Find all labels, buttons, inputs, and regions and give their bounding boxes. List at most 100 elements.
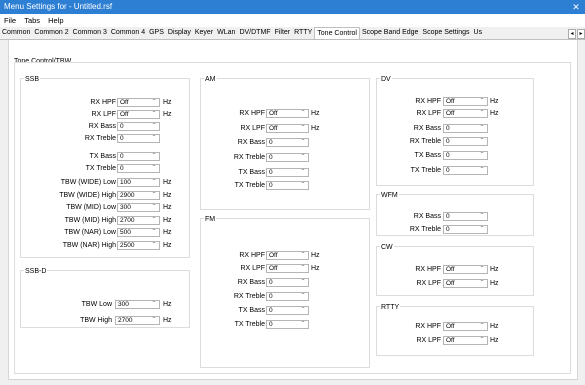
dv-rx-bass-row: RX Bass xyxy=(0,124,441,134)
dv-rx-treble-label: RX Treble xyxy=(409,138,441,145)
tab-scroll-right-icon[interactable]: ▸ xyxy=(577,29,585,39)
title-bar: Menu Settings for - Untitled.rsf ✕ xyxy=(0,0,585,14)
dv-rx-hpf-unit: Hz xyxy=(490,98,499,105)
fm-tx-bass-select[interactable]: 0 ﹀ xyxy=(266,306,309,315)
fm-rx-hpf-row: RX HPF xyxy=(0,251,265,261)
chevron-down-icon: ﹀ xyxy=(299,307,306,313)
rtty-rx-lpf-unit: Hz xyxy=(490,337,499,344)
wfm-rx-bass-select[interactable]: 0 ﹀ xyxy=(443,212,488,221)
am-group-title: AM xyxy=(204,76,217,83)
window-title: Menu Settings for - Untitled.rsf xyxy=(4,2,113,11)
tab-common[interactable]: Common xyxy=(0,27,32,39)
ssb-tbw-wide-high-select[interactable]: 2900 ﹀ xyxy=(117,191,160,200)
cw-group-title: CW xyxy=(380,244,394,251)
wfm-rx-bass-label: RX Bass xyxy=(413,213,441,220)
tab-common-2[interactable]: Common 2 xyxy=(32,27,70,39)
dv-rx-hpf-select[interactable]: Off ﹀ xyxy=(443,97,488,106)
chevron-down-icon: ﹀ xyxy=(478,125,485,131)
fm-rx-treble-row: RX Treble xyxy=(0,292,265,302)
wfm-rx-bass-value: 0 xyxy=(446,213,450,220)
wfm-rx-treble-value: 0 xyxy=(446,226,450,233)
rtty-rx-lpf-label: RX LPF xyxy=(416,337,441,344)
wfm-rx-treble-label: RX Treble xyxy=(409,226,441,233)
ssb-group-title: SSB xyxy=(24,76,41,83)
cw-rx-lpf-unit: Hz xyxy=(490,280,499,287)
dv-rx-bass-label: RX Bass xyxy=(413,125,441,132)
dv-tx-treble-row: TX Treble xyxy=(0,166,441,176)
close-icon[interactable]: ✕ xyxy=(567,0,585,14)
tab-gps[interactable]: GPS xyxy=(147,27,166,39)
chevron-down-icon: ﹀ xyxy=(478,138,485,144)
tab-us[interactable]: Us xyxy=(472,27,485,39)
cw-rx-lpf-label: RX LPF xyxy=(416,280,441,287)
chevron-down-icon: ﹀ xyxy=(299,252,306,258)
tab-scroll-left-icon[interactable]: ◂ xyxy=(568,29,576,39)
rtty-rx-lpf-select[interactable]: Off ﹀ xyxy=(443,336,488,345)
fm-tx-bass-value: 0 xyxy=(269,307,273,314)
ssb-tbw-mid-low-value: 300 xyxy=(120,204,131,211)
chevron-down-icon: ﹀ xyxy=(150,204,157,210)
dv-tx-bass-value: 0 xyxy=(446,152,450,159)
cw-rx-lpf-select[interactable]: Off ﹀ xyxy=(443,279,488,288)
tab-dv-dtmf[interactable]: DV/DTMF xyxy=(237,27,272,39)
tab-scroll-buttons: ◂ ▸ xyxy=(567,28,585,39)
tab-scope-band-edge[interactable]: Scope Band Edge xyxy=(360,27,420,39)
chevron-down-icon: ﹀ xyxy=(478,167,485,173)
tab-wlan[interactable]: WLan xyxy=(215,27,237,39)
tab-rtty[interactable]: RTTY xyxy=(292,27,314,39)
menu-file[interactable]: File xyxy=(4,16,16,25)
dv-rx-bass-value: 0 xyxy=(446,125,450,132)
dv-rx-treble-select[interactable]: 0 ﹀ xyxy=(443,137,488,146)
chevron-down-icon: ﹀ xyxy=(478,110,485,116)
tab-tone-control[interactable]: Tone Control xyxy=(314,27,360,39)
menu-help[interactable]: Help xyxy=(48,16,63,25)
cw-rx-hpf-select[interactable]: Off ﹀ xyxy=(443,265,488,274)
rtty-rx-hpf-label: RX HPF xyxy=(415,323,441,330)
fm-rx-treble-label: RX Treble xyxy=(233,293,265,300)
chevron-down-icon: ﹀ xyxy=(478,280,485,286)
tab-common-3[interactable]: Common 3 xyxy=(71,27,109,39)
am-tx-treble-label: TX Treble xyxy=(234,182,265,189)
fm-rx-hpf-unit: Hz xyxy=(311,252,320,259)
dv-rx-hpf-label: RX HPF xyxy=(415,98,441,105)
fm-rx-treble-value: 0 xyxy=(269,293,273,300)
fm-rx-hpf-select[interactable]: Off ﹀ xyxy=(266,251,309,260)
fm-tx-bass-row: TX Bass xyxy=(0,306,265,316)
tab-scope-settings[interactable]: Scope Settings xyxy=(420,27,471,39)
am-tx-treble-select[interactable]: 0 ﹀ xyxy=(266,181,309,190)
dv-group-title: DV xyxy=(380,76,392,83)
dv-tx-treble-label: TX Treble xyxy=(410,167,441,174)
dv-rx-bass-select[interactable]: 0 ﹀ xyxy=(443,124,488,133)
wfm-rx-treble-row: RX Treble xyxy=(0,225,441,235)
menu-bar: File Tabs Help xyxy=(0,14,585,27)
fm-rx-treble-select[interactable]: 0 ﹀ xyxy=(266,292,309,301)
rtty-rx-lpf-row: RX LPF xyxy=(0,336,441,346)
menu-tabs[interactable]: Tabs xyxy=(24,16,40,25)
dv-rx-treble-value: 0 xyxy=(446,138,450,145)
dv-rx-lpf-select[interactable]: Off ﹀ xyxy=(443,109,488,118)
dv-rx-hpf-row: RX HPF xyxy=(0,97,441,107)
tab-display[interactable]: Display xyxy=(166,27,193,39)
chevron-down-icon: ﹀ xyxy=(150,192,157,198)
dv-tx-treble-select[interactable]: 0 ﹀ xyxy=(443,166,488,175)
ssb-tbw-nar-high-unit: Hz xyxy=(163,242,172,249)
wfm-rx-treble-select[interactable]: 0 ﹀ xyxy=(443,225,488,234)
rtty-group-title: RTTY xyxy=(380,304,401,311)
tab-common-4[interactable]: Common 4 xyxy=(109,27,147,39)
dv-rx-lpf-value: Off xyxy=(446,110,455,117)
tab-keyer[interactable]: Keyer xyxy=(193,27,215,39)
fm-tx-bass-label: TX Bass xyxy=(238,307,265,314)
dv-tx-bass-select[interactable]: 0 ﹀ xyxy=(443,151,488,160)
chevron-down-icon: ﹀ xyxy=(150,242,157,248)
rtty-rx-hpf-select[interactable]: Off ﹀ xyxy=(443,322,488,331)
rtty-rx-lpf-value: Off xyxy=(446,337,455,344)
ssb-tbw-nar-high-select[interactable]: 2500 ﹀ xyxy=(117,241,160,250)
ssb-tbw-wide-high-row: TBW (WIDE) High xyxy=(0,191,116,201)
dv-tx-bass-label: TX Bass xyxy=(414,152,441,159)
ssb-tbw-wide-high-value: 2900 xyxy=(120,192,135,199)
rtty-rx-hpf-value: Off xyxy=(446,323,455,330)
ssb-tbw-mid-low-select[interactable]: 300 ﹀ xyxy=(117,203,160,212)
chevron-down-icon: ﹀ xyxy=(478,337,485,343)
tab-filter[interactable]: Filter xyxy=(273,27,293,39)
chevron-down-icon: ﹀ xyxy=(478,98,485,104)
